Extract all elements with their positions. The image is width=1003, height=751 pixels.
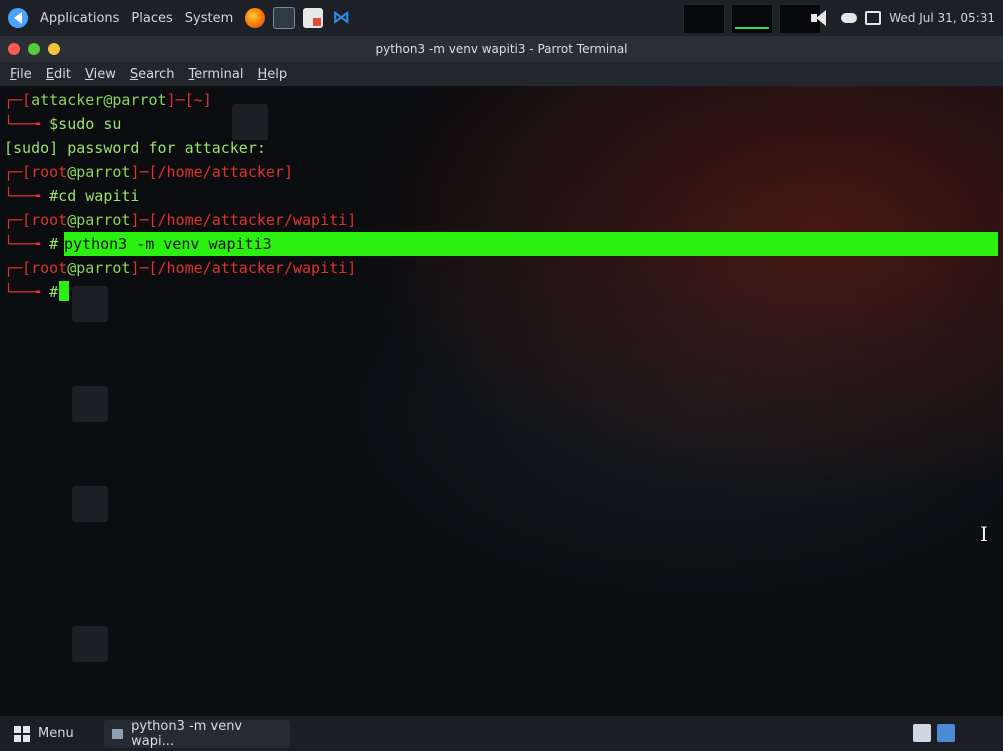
terminal-line: └──╼ $sudo su bbox=[4, 115, 122, 133]
system-menu[interactable]: System bbox=[185, 11, 233, 26]
desktop-icon-ghost bbox=[30, 386, 150, 428]
top-panel: Applications Places System ⋈ Wed Jul 31,… bbox=[0, 0, 1003, 36]
cpu-graph bbox=[683, 4, 725, 34]
terminal-window: python3 -m venv wapiti3 - Parrot Termina… bbox=[0, 36, 1003, 716]
terminal-line: ┌─[root@parrot]─[/home/attacker/wapiti] bbox=[4, 259, 357, 277]
taskbar-item-terminal[interactable]: python3 -m venv wapi... bbox=[103, 718, 290, 749]
minimize-button[interactable] bbox=[48, 43, 60, 55]
volume-icon[interactable] bbox=[811, 10, 833, 26]
taskbar-tray bbox=[913, 724, 955, 742]
prompt-user: attacker@parrot bbox=[31, 91, 167, 109]
terminal-line: └──╼ # bbox=[4, 280, 1003, 304]
vscode-icon[interactable]: ⋈ bbox=[331, 8, 351, 28]
terminal-launcher-icon[interactable] bbox=[273, 7, 296, 29]
system-tray: Wed Jul 31, 05:31 bbox=[811, 0, 995, 36]
clock[interactable]: Wed Jul 31, 05:31 bbox=[889, 11, 995, 25]
menu-bar: File Edit View Search Terminal Help bbox=[0, 62, 1003, 86]
window-title: python3 -m venv wapiti3 - Parrot Termina… bbox=[375, 42, 628, 56]
terminal-line: ┌─[attacker@parrot]─[~] bbox=[4, 91, 212, 109]
memory-graph bbox=[731, 4, 773, 34]
prompt-dir: /home/attacker bbox=[157, 163, 284, 181]
menu-grid-icon bbox=[14, 725, 30, 742]
close-button[interactable] bbox=[8, 43, 20, 55]
menu-label: Menu bbox=[38, 726, 74, 741]
menu-button[interactable]: Menu bbox=[0, 716, 88, 751]
menu-terminal[interactable]: Terminal bbox=[189, 67, 244, 82]
text-cursor bbox=[59, 281, 70, 301]
launcher: ⋈ bbox=[245, 7, 351, 29]
applications-menu[interactable]: Applications bbox=[40, 11, 119, 26]
menu-view[interactable]: View bbox=[85, 67, 116, 82]
workspace-icon[interactable] bbox=[937, 724, 955, 742]
prompt-dir: ~ bbox=[193, 91, 203, 109]
prompt-symbol: # bbox=[49, 235, 59, 253]
prompt-dir: /home/attacker/wapiti bbox=[157, 211, 348, 229]
menu-help[interactable]: Help bbox=[257, 67, 287, 82]
command-text: #cd wapiti bbox=[49, 187, 140, 205]
terminal-line: ┌─[root@parrot]─[/home/attacker/wapiti] bbox=[4, 211, 357, 229]
keyboard-layout-icon[interactable] bbox=[913, 724, 931, 742]
title-bar[interactable]: python3 -m venv wapiti3 - Parrot Termina… bbox=[0, 36, 1003, 62]
text-editor-icon[interactable] bbox=[303, 8, 324, 28]
terminal-line: ┌─[root@parrot]─[/home/attacker] bbox=[4, 163, 293, 181]
command-text: $sudo su bbox=[49, 115, 122, 133]
screen-icon[interactable] bbox=[865, 11, 882, 25]
prompt-dir: /home/attacker/wapiti bbox=[157, 259, 348, 277]
places-menu[interactable]: Places bbox=[131, 11, 172, 26]
panel-menus: Applications Places System bbox=[0, 8, 233, 28]
menu-file[interactable]: File bbox=[10, 67, 32, 82]
taskbar-item-label: python3 -m venv wapi... bbox=[131, 718, 243, 749]
menu-search[interactable]: Search bbox=[130, 67, 175, 82]
terminal-icon bbox=[111, 728, 124, 739]
taskbar: Menu python3 -m venv wapi... bbox=[0, 716, 1003, 751]
system-monitor bbox=[683, 4, 821, 34]
prompt-symbol: # bbox=[49, 283, 59, 301]
applications-icon[interactable] bbox=[8, 8, 28, 28]
menu-edit[interactable]: Edit bbox=[46, 67, 71, 82]
selected-command: python3 -m venv wapiti3 bbox=[64, 232, 998, 256]
terminal-line: [sudo] password for attacker: bbox=[4, 136, 1003, 160]
terminal-line: └──╼ # python3 -m venv wapiti3 bbox=[4, 232, 1003, 256]
desktop-icon-ghost bbox=[30, 626, 150, 668]
maximize-button[interactable] bbox=[28, 43, 40, 55]
terminal-output[interactable]: ┌─[attacker@parrot]─[~] └──╼ $sudo su [s… bbox=[0, 86, 1003, 662]
firefox-icon[interactable] bbox=[245, 8, 266, 28]
desktop-icon-ghost bbox=[30, 486, 150, 528]
cloud-icon[interactable] bbox=[841, 13, 858, 23]
output-text: [sudo] password for attacker: bbox=[4, 139, 266, 157]
mouse-ibeam-icon: I bbox=[980, 522, 988, 546]
terminal-line: └──╼ #cd wapiti bbox=[4, 187, 140, 205]
